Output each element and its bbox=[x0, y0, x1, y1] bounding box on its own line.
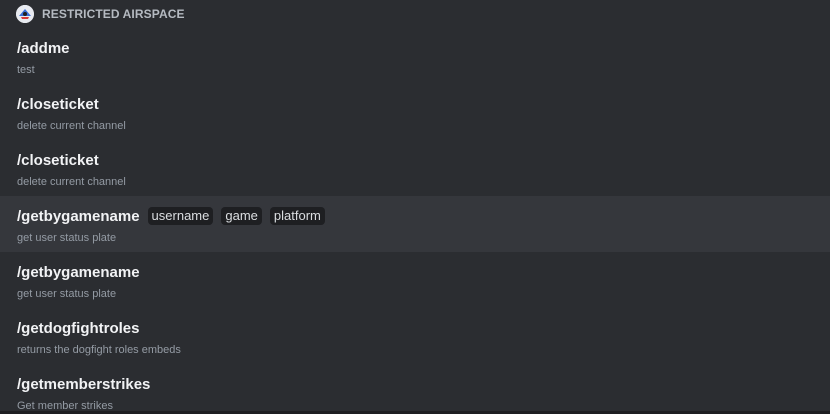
section-title: RESTRICTED AIRSPACE bbox=[42, 7, 185, 21]
command-row[interactable]: /getdogfightroles returns the dogfight r… bbox=[0, 308, 830, 364]
option-chip-username[interactable]: username bbox=[147, 207, 214, 225]
command-name: /closeticket bbox=[17, 95, 99, 113]
command-name: /getdogfightroles bbox=[17, 319, 140, 337]
command-header: /getdogfightroles bbox=[17, 316, 830, 340]
command-description: get user status plate bbox=[17, 232, 117, 244]
command-name: /closeticket bbox=[17, 151, 99, 169]
command-header: /getbygamename bbox=[17, 260, 830, 284]
command-name: /getbygamename bbox=[17, 207, 140, 225]
command-header: /getbygamename username game platform bbox=[17, 204, 830, 228]
command-row-selected[interactable]: /getbygamename username game platform ge… bbox=[0, 196, 830, 252]
command-description: returns the dogfight roles embeds bbox=[17, 344, 181, 356]
command-row[interactable]: /getmemberstrikes Get member strikes bbox=[0, 364, 830, 414]
command-header: /closeticket bbox=[17, 148, 830, 172]
app-avatar-icon bbox=[16, 5, 34, 23]
section-header: RESTRICTED AIRSPACE bbox=[0, 0, 830, 28]
option-chip-platform[interactable]: platform bbox=[269, 207, 325, 225]
command-description: test bbox=[17, 64, 35, 76]
command-name: /getmemberstrikes bbox=[17, 375, 151, 393]
command-description: get user status plate bbox=[17, 288, 117, 300]
command-list: /addme test /closeticket delete current … bbox=[0, 28, 830, 414]
option-chip-game[interactable]: game bbox=[221, 207, 262, 225]
command-row[interactable]: /closeticket delete current channel bbox=[0, 84, 830, 140]
command-header: /closeticket bbox=[17, 92, 830, 116]
command-name: /addme bbox=[17, 39, 70, 57]
command-description: delete current channel bbox=[17, 120, 126, 132]
command-picker-panel: RESTRICTED AIRSPACE /addme test /closeti… bbox=[0, 0, 830, 414]
command-row[interactable]: /addme test bbox=[0, 28, 830, 84]
command-description: delete current channel bbox=[17, 176, 126, 188]
command-row[interactable]: /getbygamename get user status plate bbox=[0, 252, 830, 308]
command-name: /getbygamename bbox=[17, 263, 140, 281]
command-header: /addme bbox=[17, 36, 830, 60]
command-row[interactable]: /closeticket delete current channel bbox=[0, 140, 830, 196]
command-header: /getmemberstrikes bbox=[17, 372, 830, 396]
